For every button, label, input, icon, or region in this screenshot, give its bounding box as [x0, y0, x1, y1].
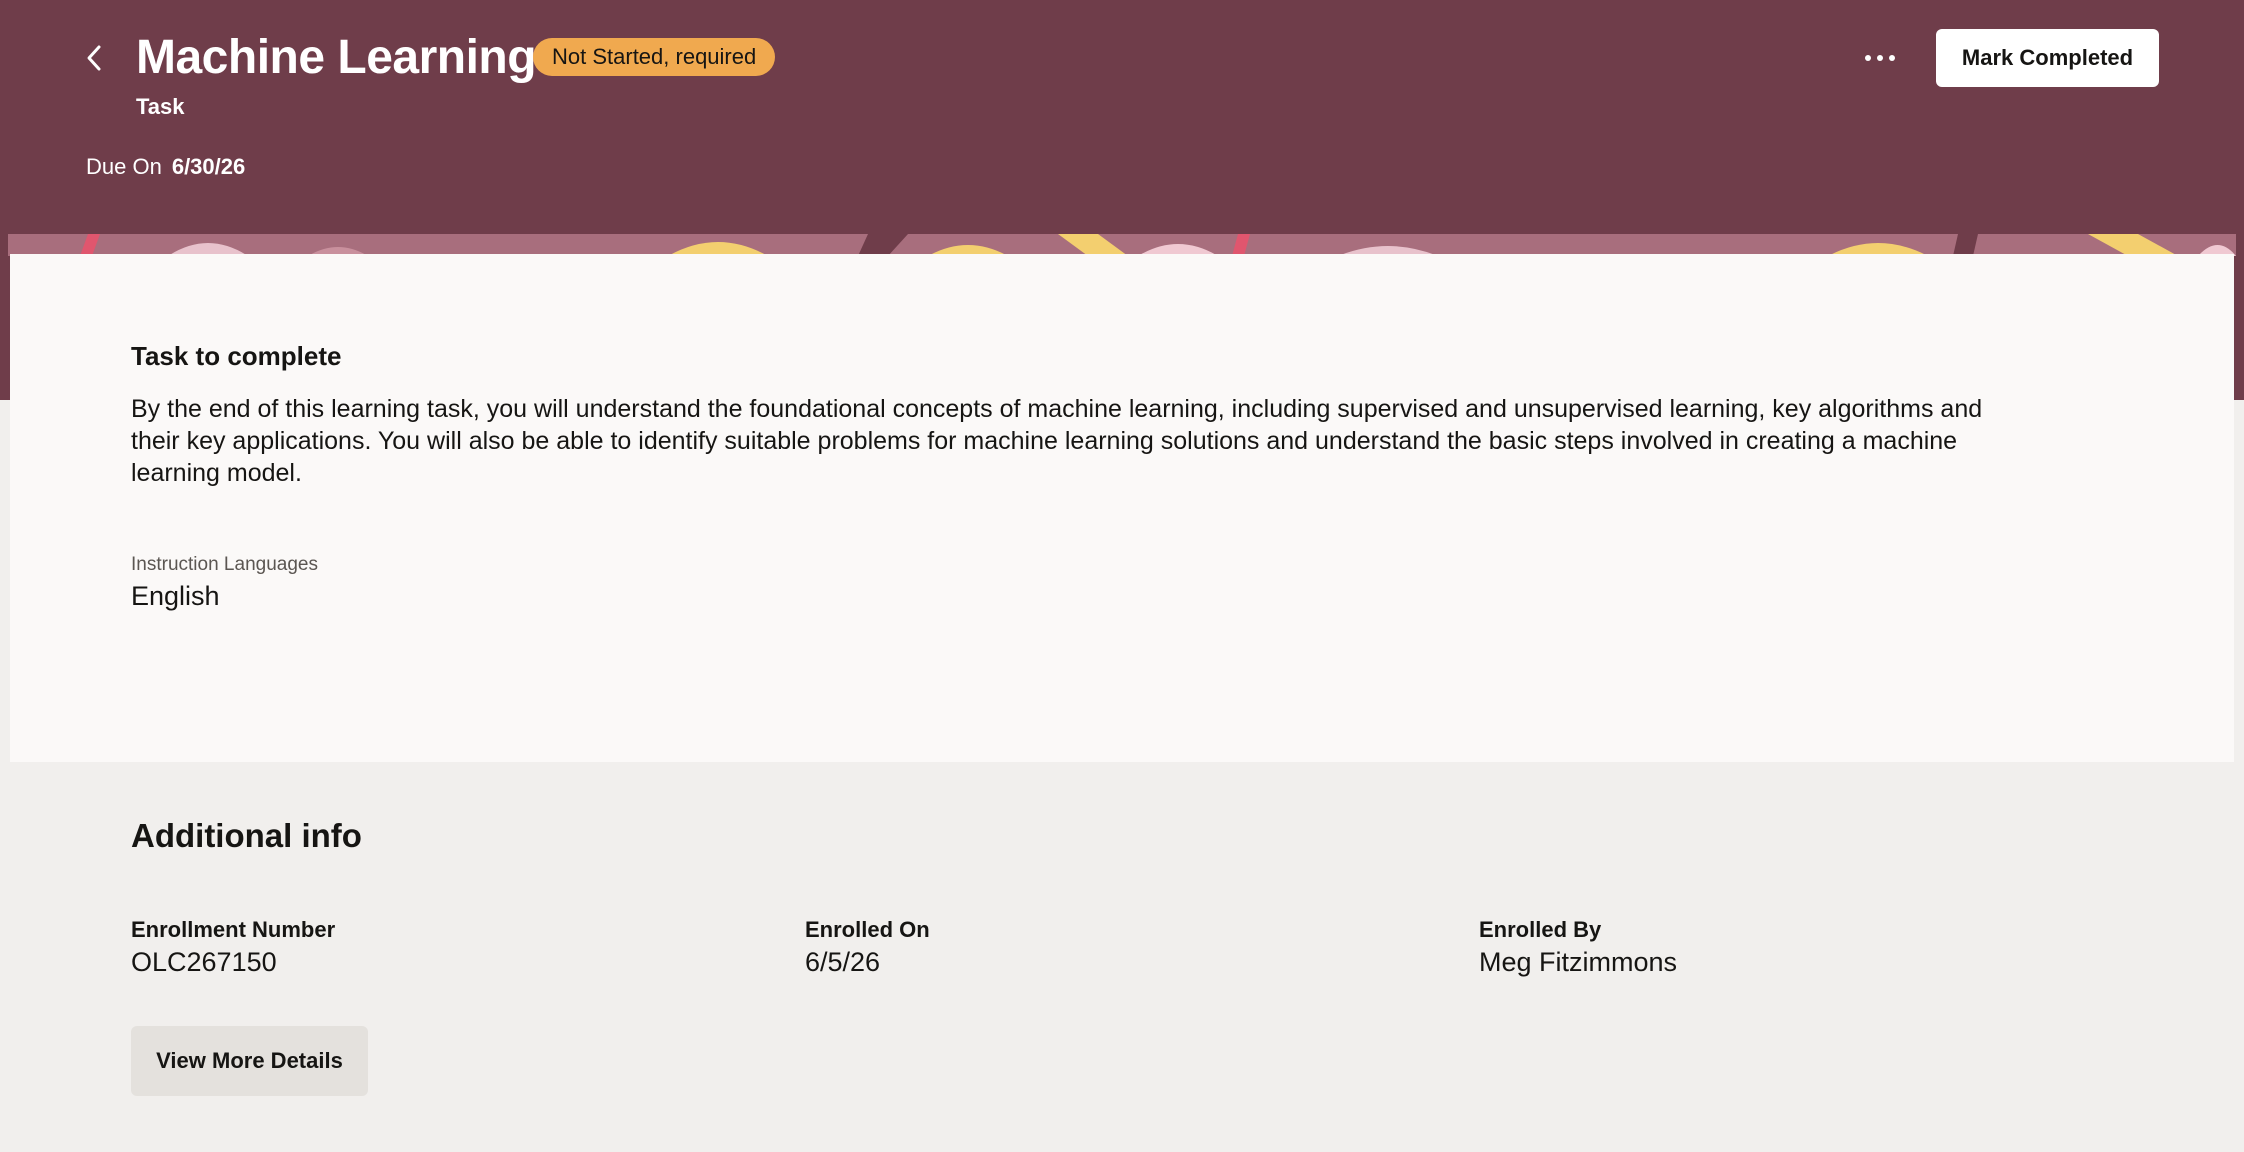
task-description: By the end of this learning task, you wi…	[131, 395, 1983, 487]
more-actions-button[interactable]	[1858, 36, 1902, 80]
mark-completed-button[interactable]: Mark Completed	[1936, 29, 2159, 87]
due-value: 6/30/26	[171, 154, 246, 179]
page-title: Machine Learning	[136, 31, 537, 84]
due-date: Due On 6/30/26	[86, 152, 245, 182]
chevron-left-icon	[87, 45, 101, 71]
enrolled-by-label: Enrolled By	[1479, 917, 1602, 942]
enrolled-on-value: 6/5/26	[805, 947, 881, 977]
due-label: Due On	[86, 154, 162, 179]
enrollment-number-value: OLC267150	[131, 947, 277, 977]
enrolled-by-field: Enrolled By Meg Fitzimmons	[1479, 915, 1677, 979]
instruction-languages-value: English	[131, 581, 220, 611]
page-subtitle: Task	[136, 94, 185, 119]
status-badge: Not Started, required	[533, 38, 776, 76]
task-card: Task to complete By the end of this lear…	[10, 254, 2234, 762]
more-horizontal-icon	[1865, 55, 1895, 61]
enrolled-by-value: Meg Fitzimmons	[1479, 947, 1678, 977]
enrollment-number-label: Enrollment Number	[131, 917, 336, 942]
decorative-banner	[8, 234, 2236, 256]
view-more-details-button[interactable]: View More Details	[131, 1026, 368, 1096]
task-heading: Task to complete	[131, 341, 342, 371]
back-button[interactable]	[76, 36, 112, 80]
enrolled-on-label: Enrolled On	[805, 917, 930, 942]
instruction-languages-label: Instruction Languages	[131, 554, 318, 575]
additional-info-heading: Additional info	[131, 817, 362, 854]
enrolled-on-field: Enrolled On 6/5/26	[805, 915, 930, 979]
enrollment-number-field: Enrollment Number OLC267150	[131, 915, 335, 979]
